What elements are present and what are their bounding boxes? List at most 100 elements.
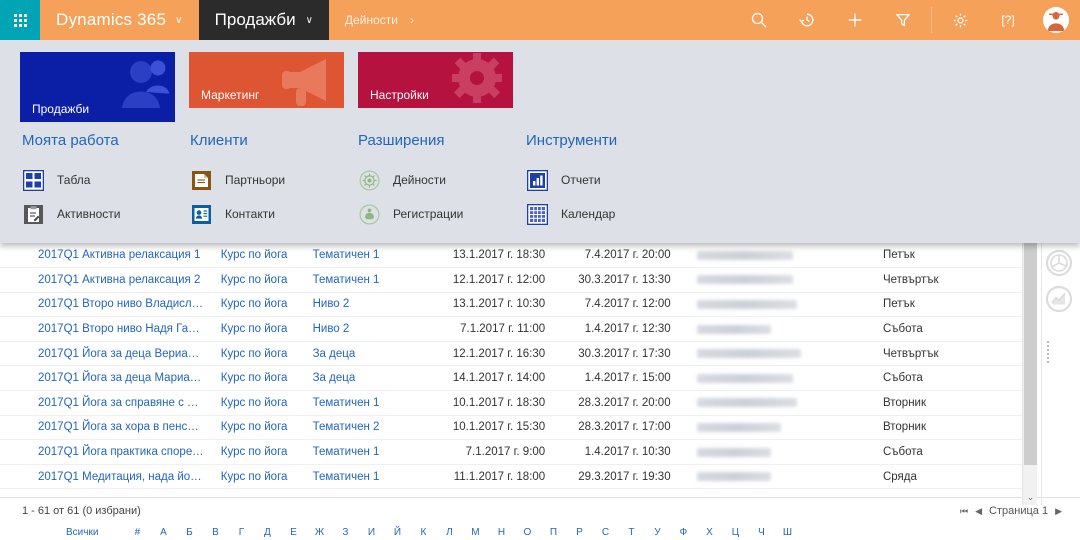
cell-type[interactable]: Курс по йога <box>212 390 305 416</box>
cell-name[interactable]: 2017Q1 Второ ниво Владислав Дим... <box>0 292 213 318</box>
cell-type[interactable]: Курс по йога <box>212 292 305 318</box>
table-row[interactable]: 2017Q1 Активна релаксация 2 Курс по йога Т… <box>0 267 1037 293</box>
previous-page-icon[interactable]: ◀ <box>975 506 982 517</box>
table-row[interactable]: 2017Q1 Активна релаксация 1 Курс по йога Т… <box>0 243 1037 269</box>
alpha-letter-link[interactable]: Т <box>618 527 644 538</box>
menu-item-courses[interactable]: Дейности <box>358 163 526 197</box>
alpha-letter-link[interactable]: Р <box>566 527 592 538</box>
module-tile-sales[interactable]: Продажби <box>20 52 175 122</box>
table-row[interactable]: 2017Q1 Второ ниво Владислав Дим...Курс п… <box>0 292 1037 318</box>
table-row[interactable]: 2017Q1 Медитация, нада йога, йога...Курс… <box>0 464 1037 490</box>
alpha-letter-link[interactable]: У <box>644 527 670 538</box>
alpha-letter-link[interactable]: Ж <box>306 527 332 538</box>
quick-create-icon[interactable] <box>831 0 879 40</box>
cell-category[interactable]: За деца <box>304 341 431 367</box>
alpha-all-link[interactable]: Всички <box>66 527 98 538</box>
cell-name[interactable]: 2017Q1 Йога за справяне с негатив... <box>0 390 213 416</box>
cell-type[interactable]: Курс по йога <box>212 316 305 342</box>
alpha-letter-link[interactable]: М <box>462 527 488 538</box>
alpha-letter-link[interactable]: # <box>124 527 150 538</box>
cell-type[interactable]: Курс по йога <box>212 243 305 269</box>
alpha-letter-link[interactable]: К <box>410 527 436 538</box>
user-avatar[interactable] <box>1032 0 1080 40</box>
settings-gear-icon[interactable] <box>936 0 984 40</box>
table-row[interactable]: 2017Q1 Второ ниво Надя ГавриловаКурс по … <box>0 316 1037 342</box>
grid-vertical-scrollbar[interactable]: ⌄ <box>1022 243 1037 505</box>
cell-name[interactable]: 2017Q1 Медитация, нада йога, йога... <box>0 464 213 490</box>
module-tile-settings[interactable]: Настройки <box>358 52 513 108</box>
cell-category[interactable]: Тематичен 1 <box>304 439 431 465</box>
menu-item-reports[interactable]: Отчети <box>526 163 694 197</box>
alpha-letter-link[interactable]: Ш <box>774 527 800 538</box>
cell-type[interactable]: Курс по йога <box>212 439 305 465</box>
pie-chart-icon[interactable] <box>1044 248 1074 278</box>
cell-category[interactable]: Тематичен 1 <box>304 464 431 490</box>
recent-history-icon[interactable] <box>783 0 831 40</box>
alpha-letter-link[interactable]: Е <box>280 527 306 538</box>
cell-type[interactable]: Курс по йога <box>212 267 305 293</box>
grid-scroll-region[interactable]: 2017Q1 Активна релаксация 1 Курс по йога Т… <box>0 243 1080 505</box>
alpha-letter-link[interactable]: Ц <box>722 527 748 538</box>
menu-item-accounts[interactable]: Партньори <box>190 163 358 197</box>
cell-type[interactable]: Курс по йога <box>212 365 305 392</box>
brand-menu[interactable]: Dynamics 365 ∨ <box>40 0 199 40</box>
cell-name[interactable]: 2017Q1 Йога за деца Вериана Бож... <box>0 341 213 367</box>
search-icon[interactable] <box>735 0 783 40</box>
menu-item-dashboards[interactable]: Табла <box>22 163 190 197</box>
table-row[interactable]: 2017Q1 Йога за деца Мариана Дим...Курс п… <box>0 365 1037 392</box>
table-row[interactable]: 2017Q1 Йога практика според аюр...Курс п… <box>0 439 1037 465</box>
breadcrumb[interactable]: Дейности › <box>329 0 430 40</box>
alpha-letter-link[interactable]: Ч <box>748 527 774 538</box>
alpha-letter-link[interactable]: О <box>514 527 540 538</box>
scrollbar-thumb[interactable] <box>1024 243 1037 465</box>
cell-name[interactable]: 2017Q1 Йога практика според аюр... <box>0 439 213 465</box>
first-page-icon[interactable]: ⏮ <box>960 506 968 517</box>
advanced-filter-icon[interactable] <box>879 0 927 40</box>
alpha-letter-link[interactable]: П <box>540 527 566 538</box>
cell-category[interactable]: Ниво 2 <box>304 292 431 318</box>
alpha-letter-link[interactable]: Н <box>488 527 514 538</box>
cell-category[interactable]: За деца <box>304 365 431 392</box>
alpha-letter-link[interactable]: Д <box>254 527 280 538</box>
alpha-letter-link[interactable]: С <box>592 527 618 538</box>
panel-drag-handle[interactable] <box>1047 339 1051 365</box>
alpha-letter-link[interactable]: А <box>150 527 176 538</box>
app-selector[interactable]: Продажби ∨ <box>198 0 329 40</box>
cell-type[interactable]: Курс по йога <box>212 415 305 441</box>
module-tile-marketing[interactable]: Маркетинг <box>189 52 344 108</box>
table-row[interactable]: 2017Q1 Йога за хора в пенсионна ... Курс … <box>0 415 1037 441</box>
cell-name[interactable]: 2017Q1 Йога за деца Мариана Дим... <box>0 365 213 392</box>
alpha-letter-link[interactable]: Г <box>228 527 254 538</box>
cell-type[interactable]: Курс по йога <box>212 464 305 490</box>
alpha-letter-link[interactable]: Ф <box>670 527 696 538</box>
alpha-letter-link[interactable]: И <box>358 527 384 538</box>
table-row[interactable]: 2017Q1 Йога за справяне с негатив...Курс… <box>0 390 1037 416</box>
cell-category[interactable]: Тематичен 1 <box>304 243 431 269</box>
cell-name[interactable]: 2017Q1 Активна релаксация 2 <box>0 267 213 293</box>
alpha-letter-link[interactable]: Х <box>696 527 722 538</box>
menu-item-registrations[interactable]: Регистрации <box>358 197 526 231</box>
alpha-letter-link[interactable]: Б <box>176 527 202 538</box>
menu-item-calendar[interactable]: Календар <box>526 197 694 231</box>
cell-type[interactable]: Курс по йога <box>212 341 305 367</box>
cell-name[interactable]: 2017Q1 Активна релаксация 1 <box>0 243 213 269</box>
app-launcher-button[interactable] <box>0 0 40 40</box>
menu-item-contacts[interactable]: Контакти <box>190 197 358 231</box>
alpha-letter-link[interactable]: Л <box>436 527 462 538</box>
cell-category[interactable]: Тематичен 2 <box>304 415 431 441</box>
cell-name[interactable]: 2017Q1 Йога за хора в пенсионна ... <box>0 415 213 441</box>
help-icon[interactable]: [?] <box>984 0 1032 40</box>
cell-category[interactable]: Тематичен 1 <box>304 390 431 416</box>
menu-item-activities[interactable]: Активности <box>22 197 190 231</box>
table-row[interactable]: 2017Q1 Йога за деца Вериана Бож...Курс п… <box>0 341 1037 367</box>
cell-name[interactable]: 2017Q1 Второ ниво Надя Гаврилова <box>0 316 213 342</box>
redacted-text <box>696 324 771 334</box>
alpha-letter-link[interactable]: З <box>332 527 358 538</box>
alpha-letter-link[interactable]: Й <box>384 527 410 538</box>
next-page-icon[interactable]: ▶ <box>1055 506 1062 517</box>
alpha-letter-link[interactable]: В <box>202 527 228 538</box>
line-chart-icon[interactable] <box>1044 284 1074 314</box>
scroll-down-icon[interactable]: ⌄ <box>1023 492 1038 503</box>
cell-category[interactable]: Тематичен 1 <box>304 267 431 293</box>
cell-category[interactable]: Ниво 2 <box>304 316 431 342</box>
